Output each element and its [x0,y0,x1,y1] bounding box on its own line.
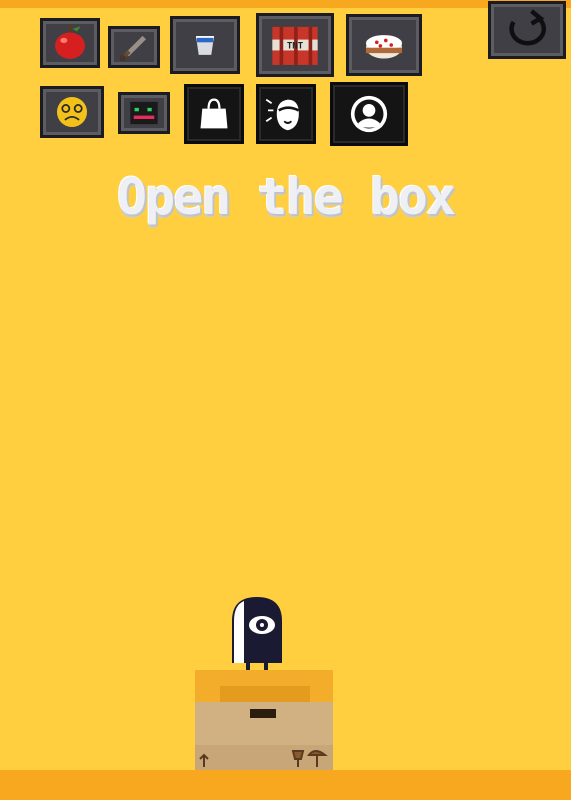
fragile-symbols-icon [199,750,328,767]
eye-creature[interactable] [230,595,284,675]
inventory-slot-shopping-bag[interactable] [184,84,244,144]
bottom-border [0,770,571,800]
box-handle-slot [250,709,276,718]
inventory-slot-robot-head[interactable] [118,92,170,134]
inventory-slot-apple[interactable] [40,18,100,68]
inventory-slot-tnt[interactable]: TNT [256,13,334,77]
inventory-slot-cake[interactable] [346,14,422,76]
sword-icon [120,35,146,61]
inventory-slot-bucket[interactable] [170,16,240,74]
character-portrait-icon [265,98,300,131]
inventory-slot-sword[interactable] [108,26,160,68]
robot-head-icon [130,101,158,125]
shopping-bag-icon [200,98,228,129]
tnt-icon: TNT [272,26,318,65]
restart-icon [509,9,547,46]
game-title: Open the box [116,168,456,226]
inventory-slot-sad-face[interactable] [40,86,104,138]
inventory-slot-character-portrait[interactable] [256,84,316,144]
restart-button[interactable] [488,1,566,59]
bucket-icon [196,36,214,55]
top-border [0,0,571,8]
box-lid-shade [220,686,310,702]
sad-face-icon [56,96,88,128]
inventory-slot-profile[interactable] [330,82,408,146]
cake-icon [365,35,403,59]
box-bottom [195,745,333,770]
profile-icon [350,95,388,133]
apple-icon [55,24,85,59]
tnt-label: TNT [287,42,304,52]
